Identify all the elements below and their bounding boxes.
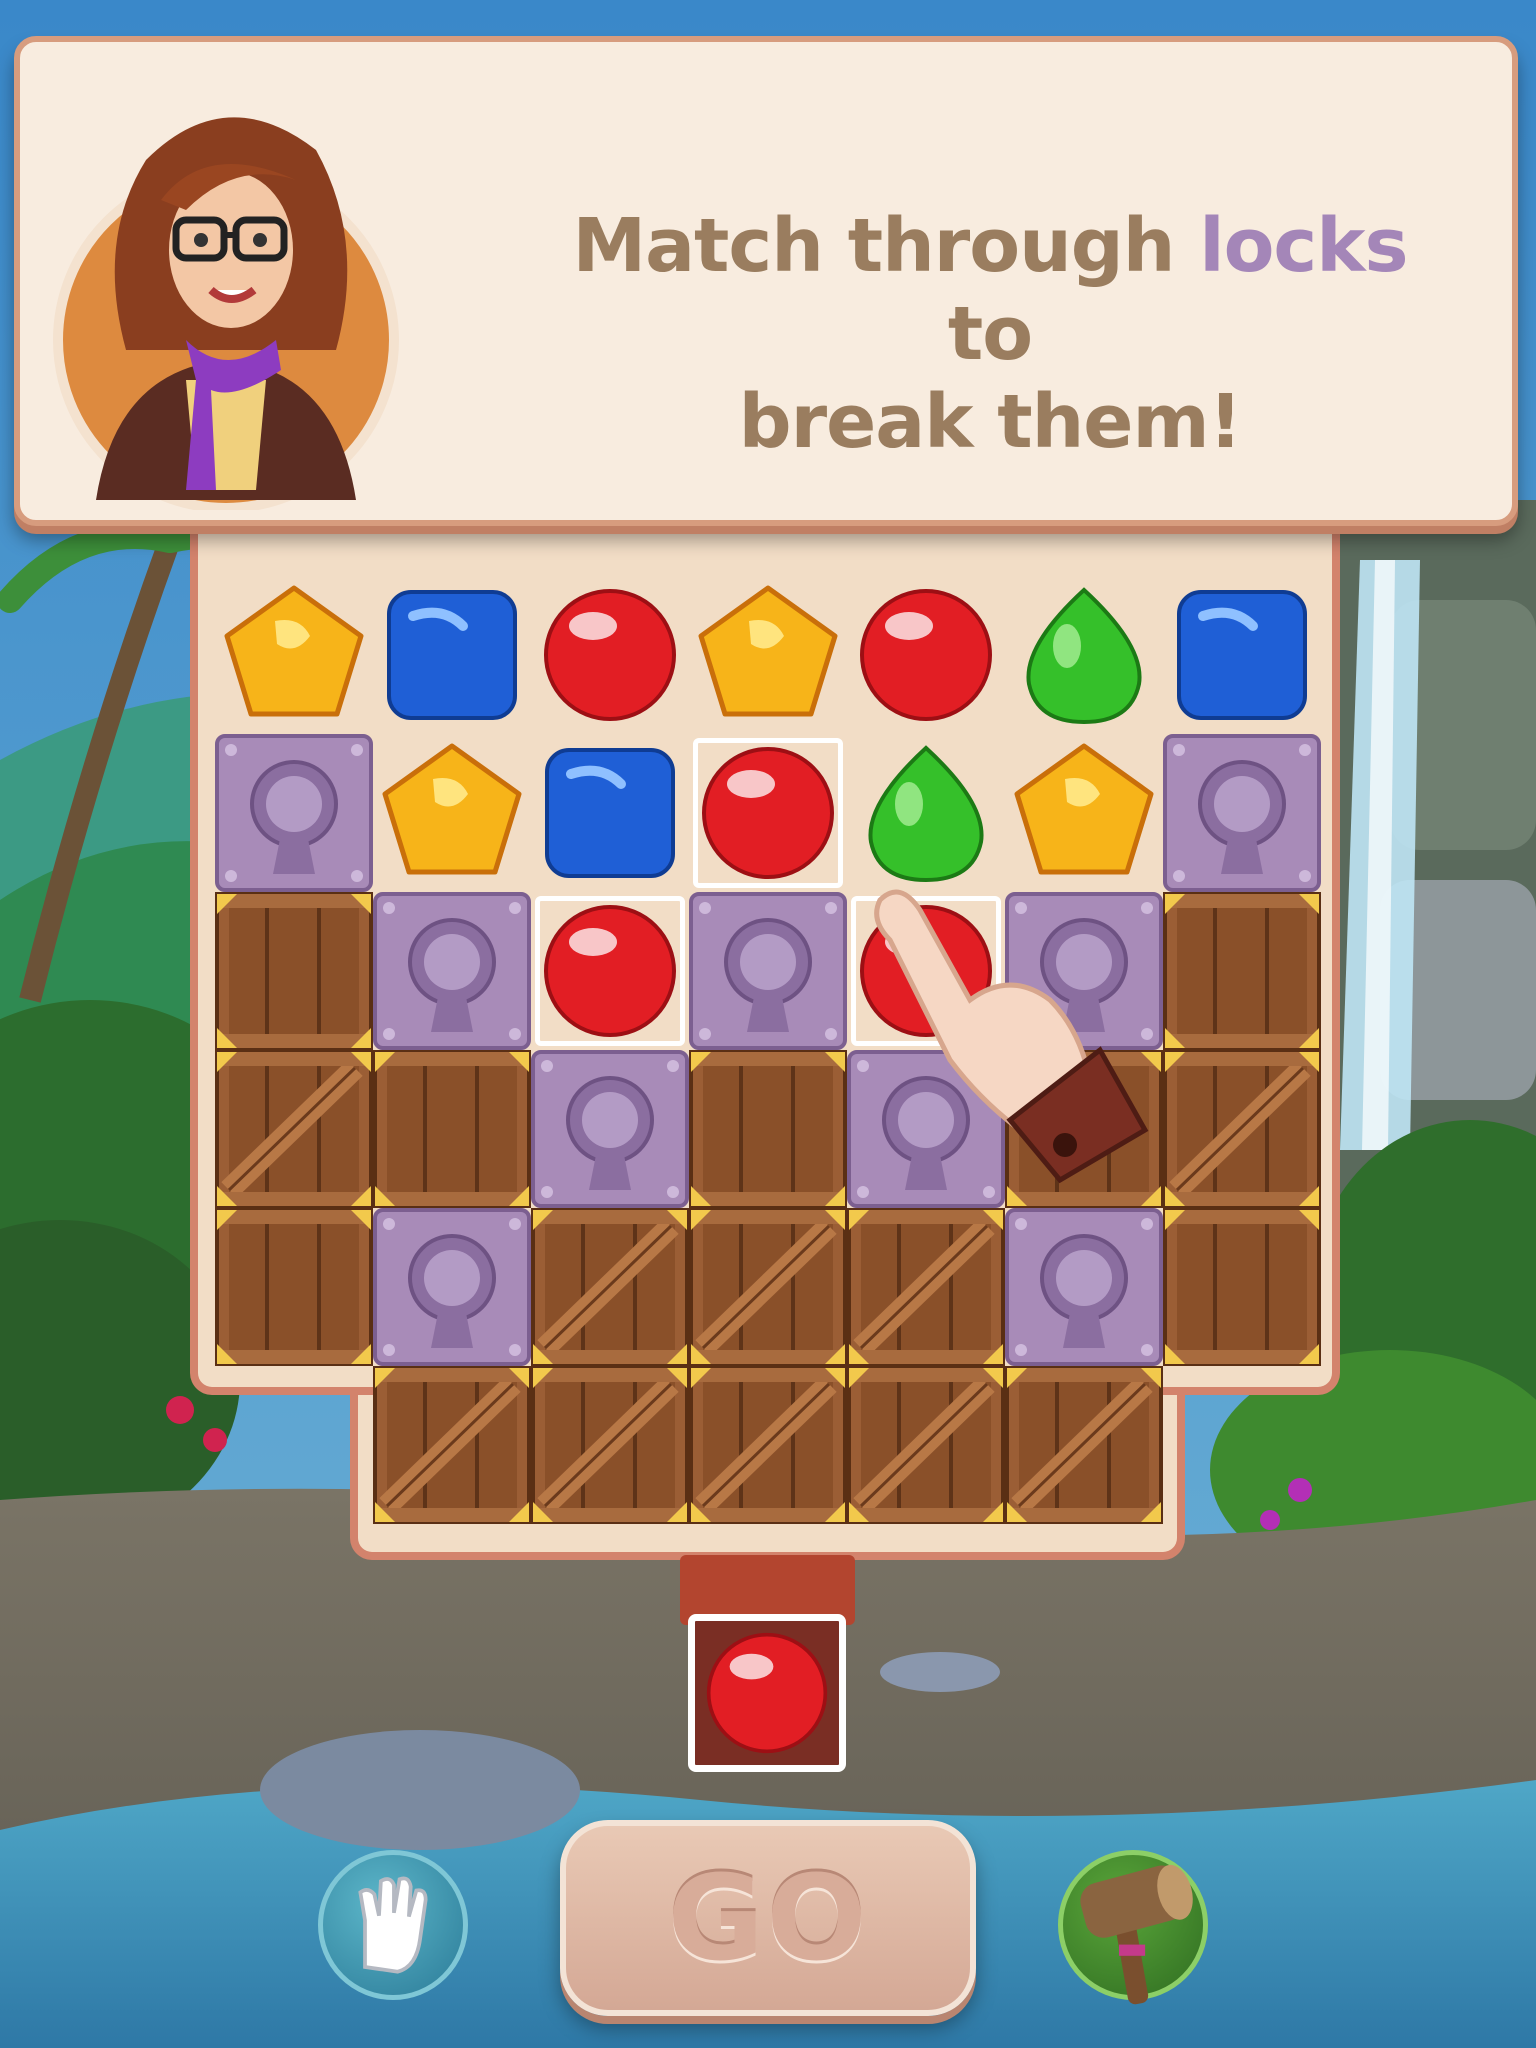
crate-tile <box>1163 892 1321 1050</box>
blue-gem[interactable] <box>1163 576 1321 734</box>
go-button-label: GO <box>667 1849 869 1987</box>
lock-tile <box>1005 1208 1163 1366</box>
green-gem[interactable] <box>1005 576 1163 734</box>
crate-tile <box>373 1366 531 1524</box>
crate-tile <box>847 1208 1005 1366</box>
red-gem[interactable] <box>847 576 1005 734</box>
red-gem <box>695 1621 839 1765</box>
green-gem[interactable] <box>847 734 1005 892</box>
glove-booster-button[interactable] <box>318 1850 468 2000</box>
tutorial-message: Match through locks to break them! <box>540 202 1440 466</box>
blue-gem[interactable] <box>531 734 689 892</box>
next-piece-slot <box>688 1614 846 1772</box>
red-gem[interactable] <box>531 576 689 734</box>
crate-tile <box>1163 1208 1321 1366</box>
highlight-selection <box>535 896 685 1046</box>
crate-tile <box>689 1366 847 1524</box>
tutorial-text-part: to <box>947 291 1033 377</box>
blue-gem[interactable] <box>373 576 531 734</box>
tutorial-text-part: Match through <box>572 203 1200 289</box>
crate-tile <box>373 1050 531 1208</box>
crate-tile <box>531 1366 689 1524</box>
crate-tile <box>215 892 373 1050</box>
crate-tile <box>1005 1366 1163 1524</box>
yellow-gem[interactable] <box>689 576 847 734</box>
character-portrait <box>53 117 399 510</box>
tutorial-highlight-locks: locks <box>1199 203 1408 289</box>
mallet-icon <box>1080 1864 1193 2005</box>
lock-tile <box>215 734 373 892</box>
crate-tile <box>215 1050 373 1208</box>
yellow-gem[interactable] <box>215 576 373 734</box>
mallet-booster-button[interactable] <box>1058 1850 1208 2005</box>
yellow-gem[interactable] <box>1005 734 1163 892</box>
crate-tile <box>531 1208 689 1366</box>
lock-tile <box>373 1208 531 1366</box>
crate-tile <box>689 1208 847 1366</box>
tutorial-hand-pointer-icon <box>874 889 1149 1184</box>
crate-tile <box>1163 1050 1321 1208</box>
highlight-selection <box>693 738 843 888</box>
lock-tile <box>689 892 847 1050</box>
go-button[interactable]: GO <box>560 1820 976 2016</box>
yellow-gem[interactable] <box>373 734 531 892</box>
tutorial-text-line2: break them! <box>738 379 1243 465</box>
crate-tile <box>689 1050 847 1208</box>
lock-tile <box>531 1050 689 1208</box>
glove-icon <box>358 1876 428 1974</box>
lock-tile <box>1163 734 1321 892</box>
lock-tile <box>373 892 531 1050</box>
crate-tile <box>847 1366 1005 1524</box>
crate-tile <box>215 1208 373 1366</box>
